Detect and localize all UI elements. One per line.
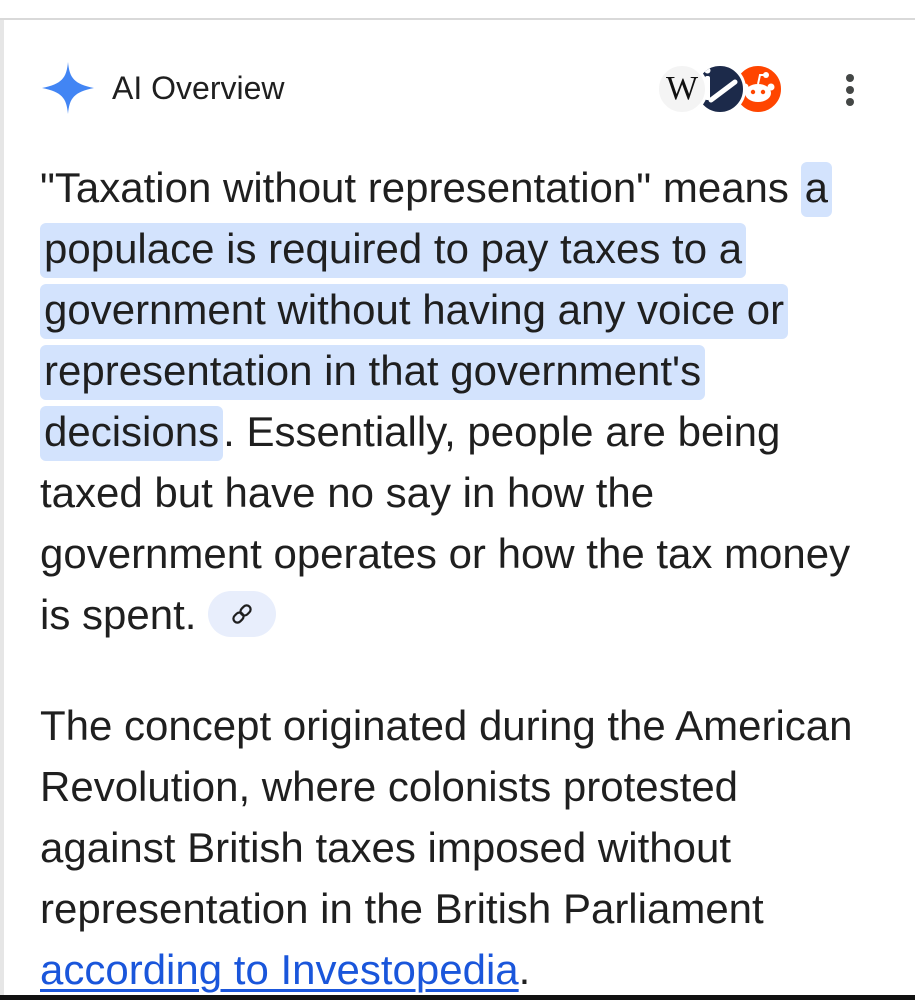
source-icons[interactable]: W xyxy=(656,63,786,115)
ai-overview-header: AI Overview W xyxy=(40,58,875,122)
wikipedia-icon[interactable]: W xyxy=(656,63,708,115)
ai-overview-title: AI Overview xyxy=(112,70,285,106)
paragraph-1-intro: "Taxation without representation" means xyxy=(40,164,801,211)
more-vert-icon[interactable] xyxy=(830,66,870,114)
citation-link-button[interactable] xyxy=(208,590,277,637)
overview-paragraph-1: "Taxation without representation" means … xyxy=(40,157,880,645)
sparkle-icon xyxy=(42,62,94,114)
left-edge xyxy=(0,20,4,1000)
top-divider xyxy=(0,0,915,20)
wikipedia-glyph: W xyxy=(665,70,699,107)
paragraph-2-text: The concept originated during the Americ… xyxy=(40,702,853,932)
overview-paragraph-2: The concept originated during the Americ… xyxy=(40,695,880,1000)
bottom-divider xyxy=(0,995,915,1000)
investopedia-link[interactable]: according to Investopedia xyxy=(40,946,519,993)
link-icon xyxy=(232,604,253,624)
paragraph-2-end: . xyxy=(518,946,531,993)
